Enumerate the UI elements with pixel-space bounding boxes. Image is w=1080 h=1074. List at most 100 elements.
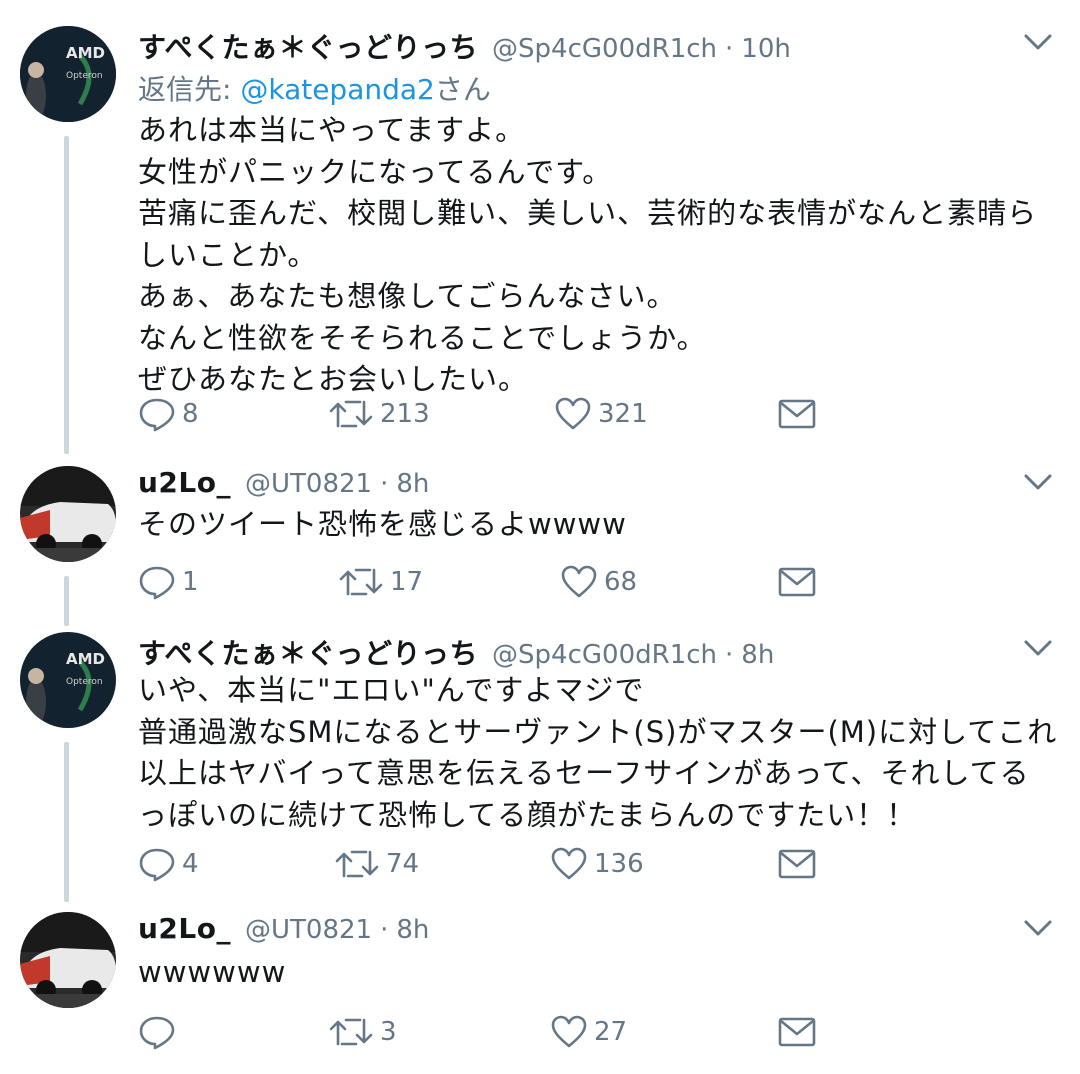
reply-count: 8 bbox=[182, 399, 199, 429]
heart-icon bbox=[551, 1015, 587, 1048]
tweet-text: そのツイート恐怖を感じるよwwww bbox=[138, 504, 1048, 546]
reply-button[interactable]: 8 bbox=[138, 394, 199, 434]
display-name[interactable]: すぺくたぁ＊ぐっどりっち bbox=[138, 632, 478, 672]
like-count: 136 bbox=[594, 849, 644, 879]
retweet-count: 213 bbox=[380, 399, 430, 429]
tweet-text-line: っぽいのに続けて恐怖してる顔がたまらんのですたい！！ bbox=[138, 797, 917, 832]
reply-icon bbox=[139, 848, 175, 882]
thread-line bbox=[64, 742, 69, 902]
reply-button[interactable]: 4 bbox=[138, 844, 199, 884]
handle[interactable]: @UT0821 bbox=[245, 469, 372, 499]
retweet-count: 3 bbox=[380, 1017, 397, 1047]
like-button[interactable]: 321 bbox=[554, 394, 648, 434]
like-count: 321 bbox=[598, 399, 648, 429]
tweet-header: u2Lo_ @UT0821 · 8h bbox=[138, 912, 429, 956]
retweet-button[interactable]: 213 bbox=[328, 394, 430, 434]
like-button[interactable]: 27 bbox=[550, 1012, 627, 1052]
tweet-text-line: 普通過激なSMになるとサーヴァント(S)がマスター(M)に対してこれ bbox=[138, 714, 1058, 749]
timestamp[interactable]: 8h bbox=[396, 915, 429, 945]
tweet-text-line: いや、本当に"エロい"んですよマジで bbox=[138, 673, 645, 707]
handle[interactable]: @Sp4cG00dR1ch bbox=[492, 34, 717, 64]
avatar-car[interactable] bbox=[20, 912, 116, 1008]
like-count: 68 bbox=[604, 567, 638, 597]
reply-button[interactable] bbox=[138, 1012, 182, 1052]
retweet-button[interactable]: 74 bbox=[334, 844, 419, 884]
retweet-count: 17 bbox=[390, 567, 424, 597]
tweet-text: いや、本当に"エロい"んですよマジで 普通過激なSMになるとサーヴァント(S)が… bbox=[138, 670, 1058, 836]
timestamp[interactable]: 8h bbox=[741, 640, 774, 670]
tweet-text-line: 以上はヤバイって意思を伝えるセーフサインがあって、それしてる bbox=[138, 756, 1030, 790]
separator-dot: · bbox=[725, 640, 734, 670]
tweet-text-line: 苦痛に歪んだ、校閲し難い、美しい、芸術的な表情がなんと素晴ら bbox=[138, 196, 1038, 230]
display-name[interactable]: u2Lo_ bbox=[138, 912, 231, 945]
direct-message-button[interactable] bbox=[778, 394, 816, 434]
reply-button[interactable]: 1 bbox=[138, 562, 199, 602]
timestamp[interactable]: 8h bbox=[396, 469, 429, 499]
avatar-amd[interactable]: AMD Opteron bbox=[20, 632, 116, 728]
reply-to-prefix: 返信先: bbox=[138, 73, 241, 106]
heart-icon bbox=[551, 847, 587, 880]
reply-to-suffix: さん bbox=[434, 73, 491, 106]
retweet-count: 74 bbox=[386, 849, 420, 879]
reply-icon bbox=[139, 1016, 175, 1050]
retweet-button[interactable]: 17 bbox=[338, 562, 423, 602]
tweet-actions: 1 17 68 bbox=[138, 562, 838, 602]
tweet-actions: 8 213 321 bbox=[138, 394, 838, 434]
reply-icon bbox=[139, 398, 175, 432]
tweet-actions: 3 27 bbox=[138, 1012, 838, 1052]
thread-line bbox=[64, 576, 69, 626]
direct-message-button[interactable] bbox=[778, 562, 816, 602]
amd-avatar-image: AMD Opteron bbox=[20, 632, 116, 728]
tweet-text-line: しいことか。 bbox=[138, 237, 318, 272]
direct-message-button[interactable] bbox=[778, 1012, 816, 1052]
reply-icon bbox=[139, 566, 175, 600]
display-name[interactable]: u2Lo_ bbox=[138, 466, 231, 499]
like-button[interactable]: 136 bbox=[550, 844, 644, 884]
separator-dot: · bbox=[725, 34, 734, 64]
tweet-text-line: wwwwww bbox=[138, 955, 287, 989]
chevron-down-icon[interactable] bbox=[1020, 916, 1056, 940]
heart-icon bbox=[561, 565, 597, 598]
thread-line bbox=[64, 136, 69, 454]
retweet-icon bbox=[335, 850, 379, 878]
heart-icon bbox=[555, 397, 591, 430]
handle[interactable]: @Sp4cG00dR1ch bbox=[492, 640, 717, 670]
reply-count: 4 bbox=[182, 849, 199, 879]
car-avatar-image bbox=[20, 912, 116, 1008]
tweet-actions: 4 74 136 bbox=[138, 844, 838, 884]
tweet-text-line: 女性がパニックになってるんです。 bbox=[138, 154, 613, 189]
tweet-text-line: なんと性欲をそそられることでしょうか。 bbox=[138, 320, 707, 355]
timestamp[interactable]: 10h bbox=[741, 34, 791, 64]
chevron-down-icon[interactable] bbox=[1020, 470, 1056, 494]
avatar-logo-text: AMD bbox=[66, 44, 105, 62]
chevron-down-icon[interactable] bbox=[1020, 636, 1056, 660]
reply-to: 返信先: @katepanda2さん bbox=[138, 68, 491, 108]
tweet-header: すぺくたぁ＊ぐっどりっち @Sp4cG00dR1ch · 10h bbox=[138, 26, 791, 70]
avatar-car[interactable] bbox=[20, 466, 116, 562]
envelope-icon bbox=[778, 399, 816, 429]
tweet-text: あれは本当にやってますよ。 女性がパニックになってるんです。 苦痛に歪んだ、校閲… bbox=[138, 110, 1048, 401]
chevron-down-icon[interactable] bbox=[1020, 30, 1056, 54]
direct-message-button[interactable] bbox=[778, 844, 816, 884]
avatar-logo-sub: Opteron bbox=[66, 677, 103, 687]
handle[interactable]: @UT0821 bbox=[245, 915, 372, 945]
envelope-icon bbox=[778, 849, 816, 879]
avatar-logo-sub: Opteron bbox=[66, 71, 103, 81]
tweet-text: wwwwww bbox=[138, 952, 1048, 994]
retweet-icon bbox=[329, 1018, 373, 1046]
envelope-icon bbox=[778, 567, 816, 597]
retweet-icon bbox=[329, 400, 373, 428]
retweet-button[interactable]: 3 bbox=[328, 1012, 397, 1052]
avatar-amd[interactable]: AMD Opteron bbox=[20, 26, 116, 122]
amd-avatar-image: AMD Opteron bbox=[20, 26, 116, 122]
display-name[interactable]: すぺくたぁ＊ぐっどりっち bbox=[138, 26, 478, 66]
tweet-text-line: あれは本当にやってますよ。 bbox=[138, 113, 526, 147]
retweet-icon bbox=[339, 568, 383, 596]
reply-mention-link[interactable]: @katepanda2 bbox=[240, 73, 435, 106]
car-avatar-image bbox=[20, 466, 116, 562]
tweet-text-line: あぁ、あなたも想像してごらんなさい。 bbox=[138, 279, 677, 313]
separator-dot: · bbox=[380, 469, 389, 499]
like-count: 27 bbox=[594, 1017, 628, 1047]
like-button[interactable]: 68 bbox=[560, 562, 637, 602]
separator-dot: · bbox=[380, 915, 389, 945]
